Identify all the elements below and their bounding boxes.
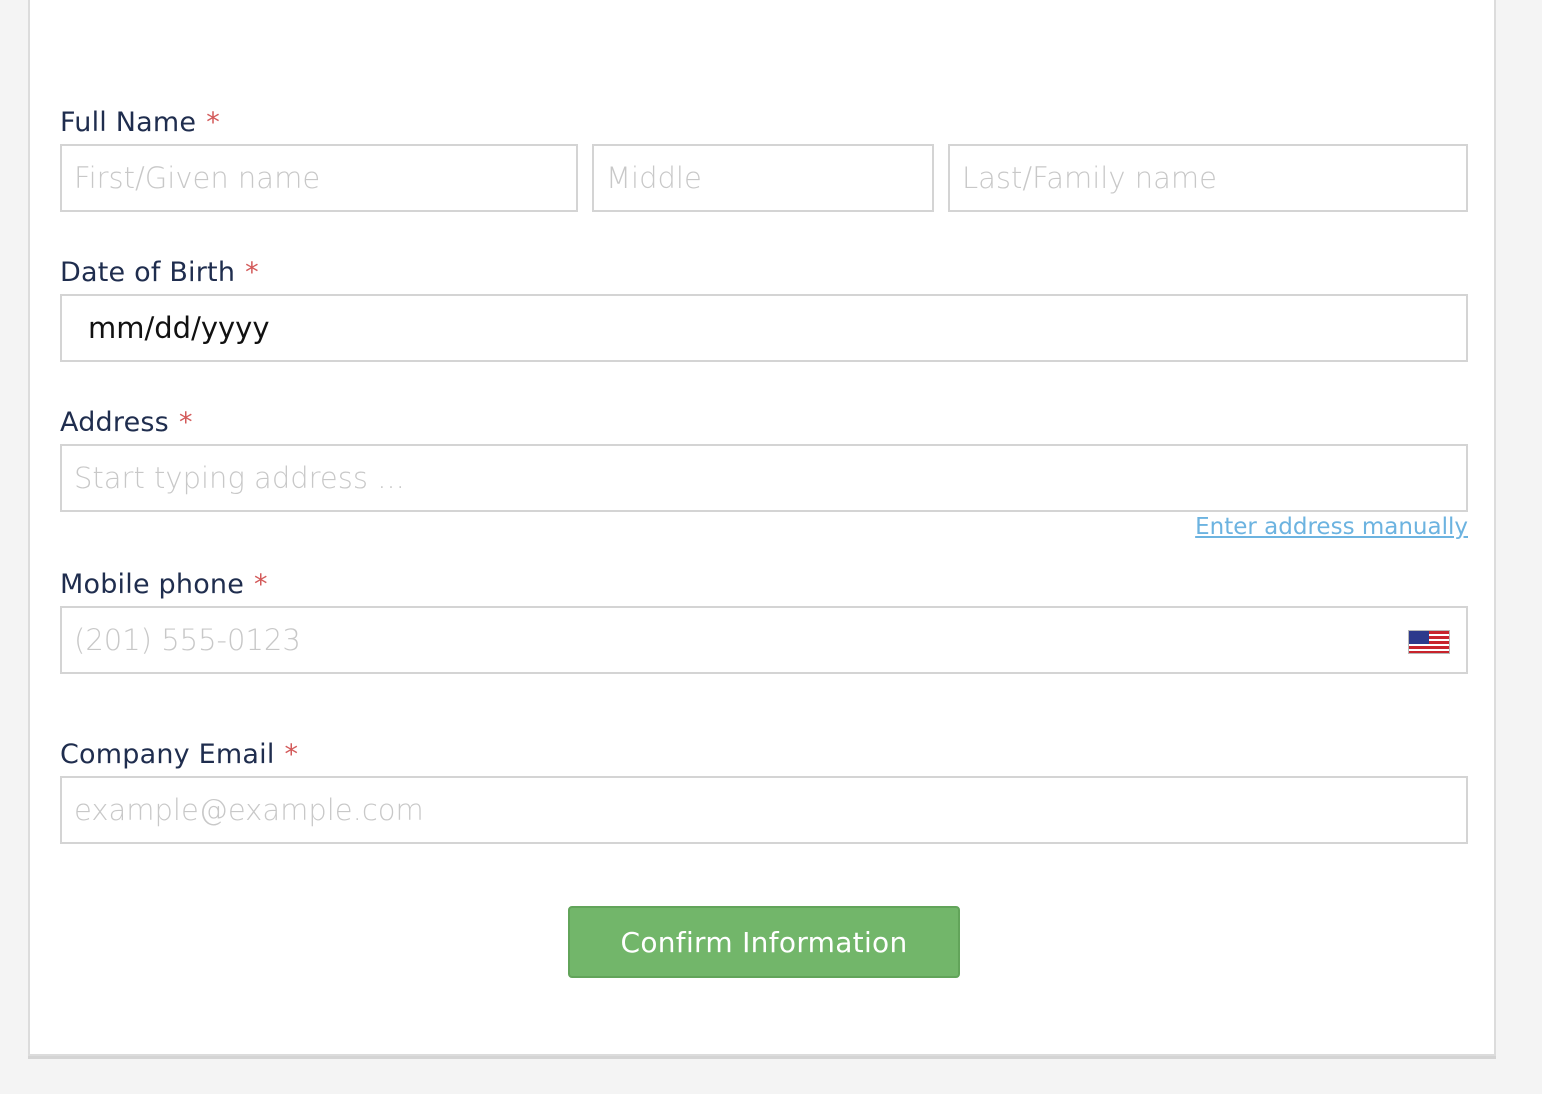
mobile-phone-input[interactable]: (201) 555-0123 [60,606,1468,674]
last-name-input[interactable]: Last/Family name [948,144,1468,212]
dob-label: Date of Birth * [60,256,259,290]
required-asterisk: * [245,257,259,288]
address-input[interactable]: Start typing address ... [60,444,1468,512]
mobile-phone-label-text: Mobile phone [60,569,245,600]
address-label-text: Address [60,407,169,438]
last-name-placeholder: Last/Family name [962,161,1217,195]
address-label: Address * [60,406,193,440]
company-email-input[interactable]: example@example.com [60,776,1468,844]
dob-value: mm/dd/yyyy [88,311,270,345]
enter-address-manually-link[interactable]: Enter address manually [1195,514,1468,540]
first-name-placeholder: First/Given name [74,161,321,195]
company-email-label: Company Email * [60,738,298,772]
full-name-label-text: Full Name [60,107,197,138]
required-asterisk: * [178,407,193,438]
company-email-placeholder: example@example.com [74,793,424,827]
required-asterisk: * [254,569,268,600]
required-asterisk: * [284,739,299,770]
first-name-input[interactable]: First/Given name [60,144,578,212]
required-asterisk: * [206,107,220,138]
company-email-label-text: Company Email [60,739,275,770]
us-flag-icon[interactable] [1408,630,1450,654]
full-name-label: Full Name * [60,106,220,140]
address-placeholder: Start typing address ... [74,461,405,495]
dob-label-text: Date of Birth [60,257,236,288]
mobile-phone-placeholder: (201) 555-0123 [74,623,301,657]
dob-input[interactable]: mm/dd/yyyy [60,294,1468,362]
flag-canton [1409,631,1429,644]
mobile-phone-label: Mobile phone * [60,568,268,602]
middle-name-input[interactable]: Middle [592,144,934,212]
middle-name-placeholder: Middle [606,161,702,195]
confirm-information-button[interactable]: Confirm Information [568,906,960,978]
